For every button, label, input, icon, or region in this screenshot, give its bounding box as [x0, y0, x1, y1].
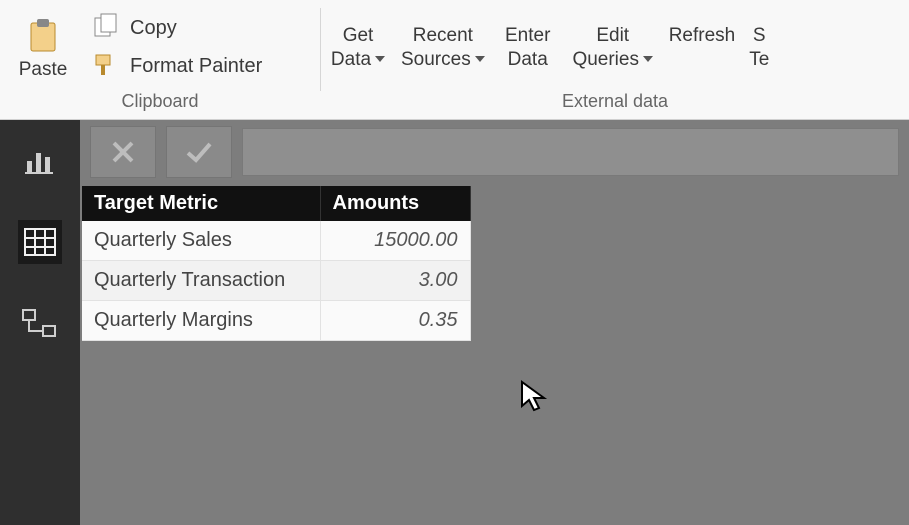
col-header-metric[interactable]: Target Metric: [82, 186, 320, 221]
table-row[interactable]: Quarterly Transaction 3.00: [82, 261, 470, 301]
cell-metric[interactable]: Quarterly Transaction: [82, 261, 320, 301]
cell-metric[interactable]: Quarterly Sales: [82, 221, 320, 261]
chevron-down-icon: [375, 56, 385, 62]
copy-label: Copy: [130, 17, 177, 40]
formula-cancel-button[interactable]: [90, 126, 156, 178]
cell-amount[interactable]: 0.35: [320, 301, 470, 341]
group-label-clipboard: Clipboard: [0, 91, 320, 119]
check-icon: [184, 138, 214, 166]
ribbon-group-clipboard: Paste Copy Format Painter Clipboard: [0, 0, 320, 119]
formula-bar-input[interactable]: [242, 128, 899, 176]
formula-confirm-button[interactable]: [166, 126, 232, 178]
chevron-down-icon: [643, 56, 653, 62]
ribbon: Paste Copy Format Painter Clipboard: [0, 0, 909, 120]
recent-sources-label-2: Sources: [401, 49, 471, 70]
ribbon-cutoff-1: S: [753, 24, 766, 48]
table-header-row: Target Metric Amounts: [82, 186, 470, 221]
paste-label: Paste: [19, 58, 68, 82]
table-row[interactable]: Quarterly Margins 0.35: [82, 301, 470, 341]
group-label-external-data: External data: [321, 91, 909, 119]
report-view-icon[interactable]: [18, 138, 62, 182]
chevron-down-icon: [475, 56, 485, 62]
edit-queries-button[interactable]: Edit Queries: [565, 22, 661, 74]
ribbon-cutoff-button[interactable]: S Te: [743, 22, 775, 74]
refresh-button[interactable]: Refresh: [663, 22, 742, 74]
stage: Target Metric Amounts Quarterly Sales 15…: [0, 120, 909, 525]
enter-data-label-1: Enter: [505, 24, 550, 48]
cell-metric[interactable]: Quarterly Margins: [82, 301, 320, 341]
enter-data-label-2: Data: [508, 48, 548, 72]
view-sidebar: [0, 120, 80, 525]
table-row[interactable]: Quarterly Sales 15000.00: [82, 221, 470, 261]
data-view-icon[interactable]: [18, 220, 62, 264]
format-painter-label: Format Painter: [130, 55, 262, 78]
col-header-amount[interactable]: Amounts: [320, 186, 470, 221]
formula-bar-row: [80, 120, 909, 184]
recent-sources-button[interactable]: Recent Sources: [395, 22, 491, 74]
close-icon: [109, 138, 137, 166]
ribbon-cutoff-2: Te: [749, 48, 769, 72]
data-table: Target Metric Amounts Quarterly Sales 15…: [82, 186, 471, 341]
model-view-icon[interactable]: [18, 302, 62, 346]
refresh-label: Refresh: [669, 24, 736, 48]
main-area: Target Metric Amounts Quarterly Sales 15…: [80, 120, 909, 525]
format-painter-icon: [92, 51, 120, 83]
edit-queries-label-2: Queries: [572, 49, 639, 70]
copy-button[interactable]: Copy: [92, 13, 262, 45]
edit-queries-label-1: Edit: [596, 24, 629, 48]
get-data-label-2: Data: [331, 49, 371, 70]
format-painter-button[interactable]: Format Painter: [92, 51, 262, 83]
cell-amount[interactable]: 3.00: [320, 261, 470, 301]
enter-data-button[interactable]: Enter Data: [493, 22, 563, 74]
mouse-cursor-icon: [520, 380, 548, 414]
recent-sources-label-1: Recent: [413, 24, 473, 48]
cell-amount[interactable]: 15000.00: [320, 221, 470, 261]
get-data-label-1: Get: [343, 24, 374, 48]
get-data-button[interactable]: Get Data: [323, 22, 393, 74]
paste-button[interactable]: Paste: [8, 12, 78, 84]
copy-icon: [92, 13, 120, 45]
paste-icon: [25, 14, 61, 58]
ribbon-group-external-data: Get Data Recent Sources Enter Data Edit …: [321, 0, 909, 119]
